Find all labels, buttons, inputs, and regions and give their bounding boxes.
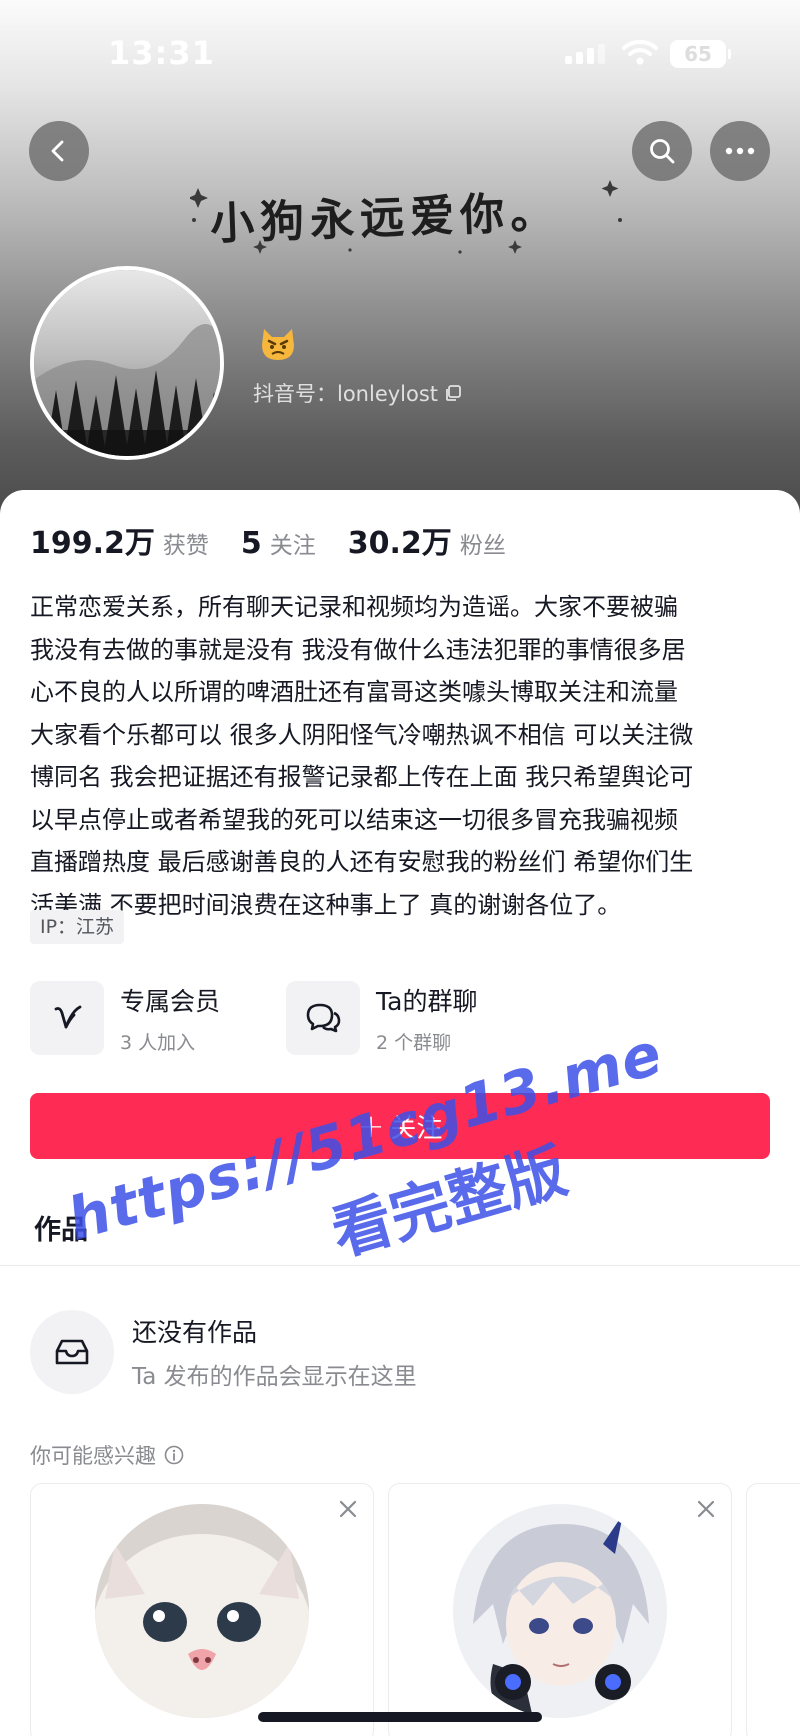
empty-title: 还没有作品 xyxy=(132,1318,258,1347)
group-chat-icon xyxy=(306,1003,341,1033)
back-arrow-icon xyxy=(51,140,64,162)
more-button[interactable] xyxy=(710,121,770,181)
tab-divider xyxy=(0,1265,800,1266)
cat-avatar-image xyxy=(95,1504,309,1718)
feature-icon-box xyxy=(30,981,104,1055)
angry-cat-emoji-icon xyxy=(262,329,294,360)
tab-works[interactable]: 作品 xyxy=(34,1208,88,1247)
followers-count[interactable]: 30.2万 xyxy=(348,518,452,562)
bio-line: 博同名 我会把证据还有报警记录都上传在上面 我只希望舆论可 xyxy=(30,763,694,791)
back-button[interactable] xyxy=(29,121,89,181)
following-count[interactable]: 5 xyxy=(241,526,262,561)
group-chat-count: 2 个群聊 xyxy=(376,1031,452,1054)
more-dots-icon xyxy=(725,147,755,155)
bio-line: 以早点停止或者希望我的死可以结束这一切很多冒充我骗视频 xyxy=(30,805,678,834)
followers-label[interactable]: 粉丝 xyxy=(460,526,506,560)
info-icon[interactable] xyxy=(164,1445,184,1465)
member-count: 3 人加入 xyxy=(120,1031,196,1054)
bio-line: 活美满 不要把时间浪费在这种事上了 真的谢谢各位了。 xyxy=(30,890,622,919)
inbox-icon xyxy=(55,1339,89,1365)
likes-label[interactable]: 获赞 xyxy=(163,526,209,560)
recommend-avatar-cat[interactable] xyxy=(95,1504,309,1718)
empty-icon-circle xyxy=(30,1310,114,1394)
recommend-header: 你可能感兴趣 xyxy=(30,1440,184,1470)
recommend-label: 你可能感兴趣 xyxy=(30,1444,156,1468)
douyin-id-text: 抖音号：lonleylost xyxy=(253,382,439,406)
exclusive-member-entry[interactable]: 专属会员 3 人加入 xyxy=(30,980,220,1056)
group-chat-title: Ta的群聊 xyxy=(376,986,478,1016)
status-bar: 13:31 65 xyxy=(0,0,800,110)
ip-location-tag: IP：江苏 xyxy=(30,910,125,944)
anime-avatar-image xyxy=(453,1504,667,1718)
close-icon[interactable] xyxy=(337,1498,359,1520)
bio-line: 我没有去做的事就是没有 我没有做什么违法犯罪的事情很多居 xyxy=(30,635,686,664)
bio-text: 正常恋爱关系，所有聊天记录和视频均为造谣。大家不要被骗 我没有去做的事就是没有 … xyxy=(30,586,770,926)
profile-stats: 199.2万 获赞 5 关注 30.2万 粉丝 xyxy=(30,518,538,562)
follow-button[interactable]: + 关注 xyxy=(30,1093,770,1159)
follow-label: 关注 xyxy=(390,1113,443,1144)
member-title: 专属会员 xyxy=(120,986,221,1016)
group-chat-entry[interactable]: Ta的群聊 2 个群聊 xyxy=(286,980,477,1056)
profile-header: 13:31 65 小狗永远爱你。 抖音号：lonleylost xyxy=(0,0,800,520)
bio-line: 直播蹭热度 最后感谢善良的人还有安慰我的粉丝们 希望你们生 xyxy=(30,848,694,876)
feature-icon-box xyxy=(286,981,360,1055)
empty-subtitle: Ta 发布的作品会显示在这里 xyxy=(132,1364,417,1390)
signal-icon xyxy=(565,42,607,64)
douyin-id[interactable]: 抖音号：lonleylost xyxy=(253,378,462,408)
status-time: 13:31 xyxy=(108,34,215,72)
wifi-icon xyxy=(622,39,658,65)
battery-indicator: 65 xyxy=(670,40,731,68)
following-label[interactable]: 关注 xyxy=(270,526,316,560)
bio-line: 正常恋爱关系，所有聊天记录和视频均为造谣。大家不要被骗 xyxy=(30,593,678,621)
recommend-avatar-anime[interactable] xyxy=(453,1504,667,1718)
banner-text: 小狗永远爱你。 xyxy=(209,186,561,251)
home-indicator xyxy=(258,1712,542,1722)
search-icon xyxy=(650,139,675,164)
profile-avatar[interactable] xyxy=(30,266,224,460)
recommend-card[interactable] xyxy=(30,1483,374,1736)
vip-v-icon xyxy=(54,1005,82,1029)
profile-card: 199.2万 获赞 5 关注 30.2万 粉丝 正常恋爱关系，所有聊天记录和视频… xyxy=(0,490,800,1736)
copy-icon[interactable] xyxy=(444,384,462,402)
avatar-forest-image xyxy=(34,270,220,456)
close-icon[interactable] xyxy=(695,1498,717,1520)
bio-line: 大家看个乐都可以 很多人阴阳怪气冷嘲热讽不相信 可以关注微 xyxy=(30,720,694,749)
bio-line: 心不良的人以所谓的啤酒肚还有富哥这类噱头博取关注和流量 xyxy=(30,678,678,706)
recommend-card[interactable] xyxy=(388,1483,732,1736)
likes-count[interactable]: 199.2万 xyxy=(30,518,155,562)
plus-icon: + xyxy=(357,1107,385,1145)
search-button[interactable] xyxy=(632,121,692,181)
recommend-card[interactable] xyxy=(746,1483,800,1736)
works-empty-state: 还没有作品 Ta 发布的作品会显示在这里 xyxy=(30,1310,417,1394)
